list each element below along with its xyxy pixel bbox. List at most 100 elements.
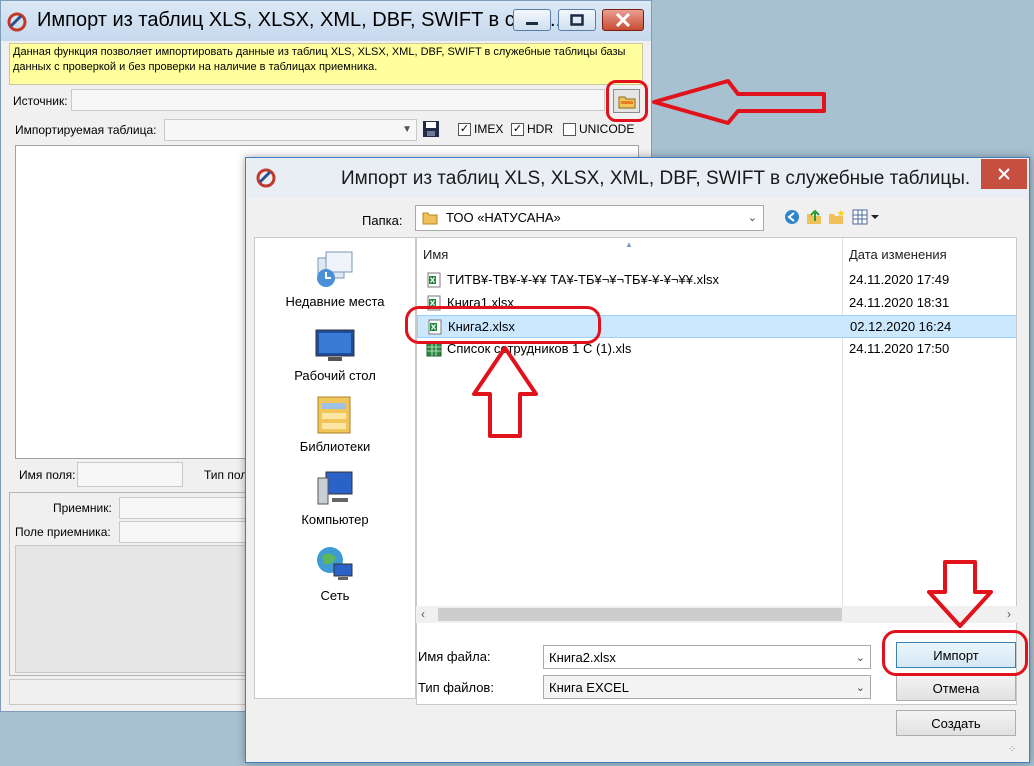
- receiver-field-field[interactable]: [119, 521, 247, 543]
- excel-xlsx-icon: [428, 319, 442, 335]
- close-icon: [615, 13, 631, 27]
- close-icon: [998, 168, 1010, 180]
- back-close-button[interactable]: [602, 9, 644, 31]
- sort-ascending-icon: ▲: [625, 240, 633, 249]
- save-icon[interactable]: [422, 120, 440, 138]
- file-name: Список сотрудников 1 С (1).xls: [447, 341, 632, 356]
- chevron-right-icon[interactable]: ›: [1007, 607, 1011, 621]
- up-folder-icon[interactable]: [805, 208, 823, 226]
- file-name: ТИТВ¥-ТВ¥-¥-¥¥ ТА¥-ТБ¥¬¥¬ТБ¥-¥-¥¬¥¥.xlsx: [447, 272, 719, 287]
- excel-xls-icon: [426, 341, 442, 357]
- folder-value: ТОО «НАТУСАНА»: [446, 210, 561, 225]
- cancel-button[interactable]: Отмена: [896, 675, 1016, 701]
- dialog-close-button[interactable]: [981, 159, 1027, 189]
- filename-value: Книга2.xlsx: [549, 650, 616, 665]
- checkbox-checked-icon[interactable]: ✓: [511, 122, 524, 136]
- app-logo-icon: [7, 12, 27, 32]
- unicode-checkbox[interactable]: UNICODE: [563, 122, 634, 136]
- imex-label: IMEX: [474, 122, 504, 136]
- receiver-label: Приемник:: [53, 501, 112, 515]
- column-header-date[interactable]: Дата изменения: [849, 247, 947, 262]
- filename-input[interactable]: Книга2.xlsx ⌄: [543, 645, 871, 669]
- place-libraries[interactable]: Библиотеки: [255, 393, 415, 454]
- source-label: Источник:: [13, 94, 68, 108]
- places-bar: Недавние места Рабочий стол Библиотеки К…: [254, 237, 416, 699]
- place-libraries-label: Библиотеки: [299, 439, 371, 454]
- folder-icon: [422, 212, 438, 225]
- recent-places-icon: [317, 251, 353, 287]
- maximize-icon: [570, 14, 584, 26]
- checkbox-checked-icon[interactable]: ✓: [458, 122, 471, 136]
- chevron-left-icon[interactable]: ‹: [421, 607, 425, 621]
- filename-label: Имя файла:: [418, 649, 491, 664]
- open-file-button[interactable]: [613, 89, 640, 113]
- new-folder-icon[interactable]: [828, 208, 846, 226]
- unicode-label: UNICODE: [579, 122, 635, 136]
- mapping-list[interactable]: [15, 545, 247, 673]
- scrollbar-thumb[interactable]: [438, 608, 842, 621]
- chevron-down-icon: ▼: [402, 124, 412, 135]
- column-header-name[interactable]: Имя: [423, 247, 448, 262]
- dialog-titlebar[interactable]: Импорт из таблиц XLS, XLSX, XML, DBF, SW…: [246, 158, 1029, 198]
- file-list[interactable]: ▲ Имя Дата изменения ТИТВ¥-ТВ¥-¥-¥¥ ТА¥-…: [416, 237, 1017, 705]
- annotation-arrow-left-icon: [652, 79, 826, 125]
- checkbox-unchecked-icon[interactable]: [563, 122, 576, 136]
- excel-xlsx-icon: [427, 272, 441, 288]
- chevron-down-icon[interactable]: ⌄: [856, 681, 865, 694]
- place-network-label: Сеть: [320, 588, 350, 603]
- file-row[interactable]: Книга1.xlsx 24.11.2020 18:31: [417, 292, 1016, 315]
- receiver-field[interactable]: [119, 497, 247, 519]
- view-menu-icon[interactable]: [852, 208, 880, 226]
- hdr-label: HDR: [527, 122, 553, 136]
- minimize-icon: [526, 22, 538, 25]
- place-recent-label: Недавние места: [285, 294, 385, 309]
- resize-grip-icon[interactable]: ⁘: [1008, 744, 1016, 755]
- file-row[interactable]: Список сотрудников 1 С (1).xls 24.11.202…: [417, 338, 1016, 361]
- open-folder-icon: [618, 96, 635, 108]
- open-file-dialog: Импорт из таблиц XLS, XLSX, XML, DBF, SW…: [245, 157, 1030, 763]
- excel-xlsx-icon: [427, 295, 441, 311]
- horizontal-scrollbar[interactable]: ‹ ›: [416, 606, 1017, 623]
- place-network[interactable]: Сеть: [255, 542, 415, 603]
- file-date: 02.12.2020 16:24: [850, 319, 952, 334]
- field-name-field[interactable]: [77, 462, 183, 487]
- dialog-title: Импорт из таблиц XLS, XLSX, XML, DBF, SW…: [341, 168, 971, 189]
- place-computer[interactable]: Компьютер: [255, 470, 415, 527]
- place-recent[interactable]: Недавние места: [255, 248, 415, 309]
- imex-checkbox[interactable]: ✓ IMEX: [458, 122, 503, 136]
- place-desktop-label: Рабочий стол: [294, 368, 376, 383]
- field-name-label: Имя поля:: [19, 468, 76, 482]
- file-row-selected[interactable]: Книга2.xlsx 02.12.2020 16:24: [417, 315, 1016, 338]
- back-window-titlebar[interactable]: Импорт из таблиц XLS, XLSX, XML, DBF, SW…: [1, 1, 651, 41]
- filetype-value: Книга EXCEL: [549, 680, 629, 695]
- chevron-down-icon[interactable]: ⌄: [856, 651, 865, 664]
- file-date: 24.11.2020 18:31: [849, 295, 950, 310]
- folder-combo[interactable]: ТОО «НАТУСАНА» ⌄: [415, 205, 764, 231]
- maximize-button[interactable]: [558, 9, 596, 31]
- hdr-checkbox[interactable]: ✓ HDR: [511, 122, 553, 136]
- file-row[interactable]: ТИТВ¥-ТВ¥-¥-¥¥ ТА¥-ТБ¥¬¥¬ТБ¥-¥-¥¬¥¥.xlsx…: [417, 269, 1016, 292]
- place-computer-label: Компьютер: [301, 512, 369, 527]
- minimize-button[interactable]: [513, 9, 551, 31]
- import-table-combo[interactable]: ▼: [164, 119, 417, 141]
- filetype-combo[interactable]: Книга EXCEL ⌄: [543, 675, 871, 699]
- app-logo-icon: [256, 168, 276, 188]
- create-button[interactable]: Создать: [896, 710, 1016, 736]
- folder-label: Папка:: [362, 213, 403, 228]
- file-date: 24.11.2020 17:50: [849, 341, 950, 356]
- import-button[interactable]: Импорт: [896, 642, 1016, 668]
- file-date: 24.11.2020 17:49: [849, 272, 950, 287]
- filetype-label: Тип файлов:: [418, 680, 494, 695]
- network-icon: [317, 547, 353, 580]
- receiver-field-label: Поле приемника:: [15, 525, 111, 539]
- back-window-title: Импорт из таблиц XLS, XLSX, XML, DBF, SW…: [37, 9, 567, 31]
- file-name: Книга1.xlsx: [447, 295, 514, 310]
- import-table-label: Импортируемая таблица:: [15, 123, 157, 137]
- info-banner: Данная функция позволяет импортировать д…: [9, 43, 643, 85]
- file-name: Книга2.xlsx: [448, 319, 515, 334]
- computer-icon: [317, 471, 353, 505]
- chevron-down-icon: ⌄: [747, 212, 757, 224]
- place-desktop[interactable]: Рабочий стол: [255, 328, 415, 383]
- back-arrow-icon[interactable]: [783, 208, 801, 226]
- source-field[interactable]: [71, 89, 605, 111]
